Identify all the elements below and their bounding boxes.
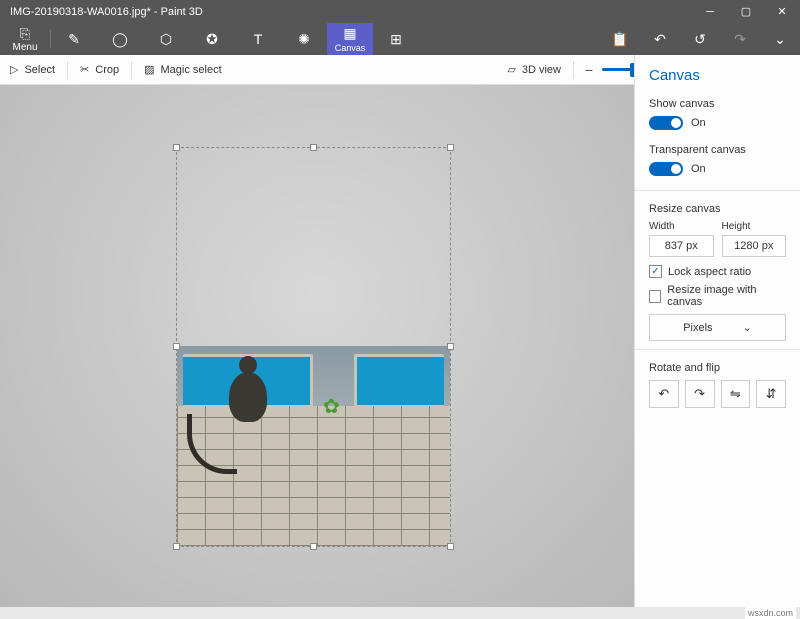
units-dropdown[interactable]: Pixels ⌄ (649, 314, 786, 341)
flip-v-icon: ⇵ (766, 386, 777, 402)
flip-h-icon: ⇋ (730, 386, 741, 402)
zoom-out-button[interactable]: − (576, 62, 602, 78)
show-canvas-state: On (691, 117, 706, 129)
window-title: IMG-20190318-WA0016.jpg* - Paint 3D (0, 6, 692, 18)
rotate-flip-label: Rotate and flip (649, 362, 786, 374)
pointer-icon: ▷ (10, 63, 18, 76)
resize-handle-tr[interactable] (447, 144, 454, 151)
separator (67, 61, 68, 79)
title-bar: IMG-20190318-WA0016.jpg* - Paint 3D ─ ▢ … (0, 0, 800, 23)
resize-handle-mr[interactable] (447, 343, 454, 350)
undo-icon: ↶ (654, 31, 666, 48)
resize-image-checkbox[interactable] (649, 290, 661, 303)
image-plant: ✿ (323, 394, 340, 419)
separator (131, 61, 132, 79)
resize-handle-bl[interactable] (173, 543, 180, 550)
text-icon: T (254, 31, 263, 47)
image-monkey (229, 372, 267, 422)
image-window-right (354, 354, 444, 408)
width-label: Width (649, 221, 714, 232)
3d-view-button[interactable]: ▱ 3D view (497, 55, 571, 84)
brushes-tool[interactable]: ✎ (51, 23, 97, 55)
canvas-workspace[interactable]: ✿ (0, 85, 634, 607)
crop-button[interactable]: ✂ Crop (70, 55, 129, 84)
history-button[interactable]: ↺ (680, 23, 720, 55)
lock-aspect-label: Lock aspect ratio (668, 266, 751, 278)
menu-button[interactable]: ⎘ Menu (0, 26, 50, 53)
close-button[interactable]: ✕ (764, 0, 800, 23)
resize-handle-tm[interactable] (310, 144, 317, 151)
show-canvas-label: Show canvas (649, 98, 786, 110)
effects-tool[interactable]: ✺ (281, 23, 327, 55)
height-label: Height (722, 221, 787, 232)
canvas-icon: ▦ (343, 25, 356, 42)
resize-canvas-label: Resize canvas (649, 203, 786, 215)
resize-handle-bm[interactable] (310, 543, 317, 550)
divider (635, 190, 800, 191)
redo-button[interactable]: ↷ (720, 23, 760, 55)
panel-title: Canvas (649, 67, 786, 84)
rotate-cw-button[interactable]: ↷ (685, 380, 715, 408)
transparent-canvas-state: On (691, 163, 706, 175)
transparent-canvas-label: Transparent canvas (649, 144, 786, 156)
crop-icon: ✂ (80, 63, 89, 76)
canvas-label: Canvas (335, 43, 366, 53)
resize-handle-br[interactable] (447, 543, 454, 550)
menu-label: Menu (0, 42, 50, 53)
transparent-canvas-toggle[interactable] (649, 162, 683, 176)
expand-button[interactable]: ⌄ (760, 23, 800, 55)
crop-label: Crop (95, 64, 119, 76)
ribbon-toolbar: ⎘ Menu ✎ ◯ ⬡ ✪ T ✺ ▦ Canvas ⊞ 📋 ↶ ↺ ↷ ⌄ (0, 23, 800, 55)
resize-handle-ml[interactable] (173, 343, 180, 350)
height-input[interactable]: 1280 px (722, 235, 787, 257)
text-tool[interactable]: T (235, 23, 281, 55)
minimize-button[interactable]: ─ (692, 0, 728, 23)
history-icon: ↺ (694, 31, 706, 48)
units-value: Pixels (683, 322, 712, 334)
3d-library-tool[interactable]: ⊞ (373, 23, 419, 55)
rotate-ccw-icon: ↶ (658, 386, 669, 402)
3d-view-icon: ▱ (507, 63, 515, 76)
3d-view-label: 3D view (522, 64, 561, 76)
flip-vertical-button[interactable]: ⇵ (756, 380, 786, 408)
undo-button[interactable]: ↶ (640, 23, 680, 55)
stickers-icon: ✪ (206, 31, 218, 48)
paste-icon: 📋 (611, 31, 628, 48)
resize-handle-tl[interactable] (173, 144, 180, 151)
2d-shapes-tool[interactable]: ◯ (97, 23, 143, 55)
image-content: ✿ (177, 346, 450, 546)
stickers-tool[interactable]: ✪ (189, 23, 235, 55)
watermark: wsxdn.com (745, 607, 796, 619)
redo-icon: ↷ (734, 31, 746, 48)
resize-image-row[interactable]: Resize image with canvas (649, 284, 786, 308)
paste-button[interactable]: 📋 (600, 23, 640, 55)
chevron-down-icon: ⌄ (743, 321, 752, 334)
selection-box[interactable]: ✿ (176, 147, 451, 547)
separator (573, 61, 574, 79)
effects-icon: ✺ (298, 31, 310, 48)
divider (635, 349, 800, 350)
flip-horizontal-button[interactable]: ⇋ (721, 380, 751, 408)
magic-select-button[interactable]: ▨ Magic select (134, 55, 232, 84)
show-canvas-toggle[interactable] (649, 116, 683, 130)
lock-aspect-checkbox[interactable]: ✓ (649, 265, 662, 278)
magic-icon: ▨ (144, 63, 154, 76)
shapes-2d-icon: ◯ (112, 31, 128, 48)
maximize-button[interactable]: ▢ (728, 0, 764, 23)
magic-label: Magic select (161, 64, 222, 76)
canvas-panel: Canvas Show canvas On Transparent canvas… (634, 55, 800, 607)
rotate-cw-icon: ↷ (694, 386, 705, 402)
chevron-down-icon: ⌄ (774, 31, 786, 48)
select-label: Select (24, 64, 55, 76)
shapes-3d-icon: ⬡ (160, 31, 172, 48)
select-button[interactable]: ▷ Select (0, 55, 65, 84)
lock-aspect-row[interactable]: ✓ Lock aspect ratio (649, 265, 786, 278)
rotate-ccw-button[interactable]: ↶ (649, 380, 679, 408)
resize-image-label: Resize image with canvas (667, 284, 786, 308)
library-icon: ⊞ (390, 31, 402, 48)
canvas-tool[interactable]: ▦ Canvas (327, 23, 373, 55)
width-input[interactable]: 837 px (649, 235, 714, 257)
brush-icon: ✎ (68, 31, 80, 48)
3d-shapes-tool[interactable]: ⬡ (143, 23, 189, 55)
